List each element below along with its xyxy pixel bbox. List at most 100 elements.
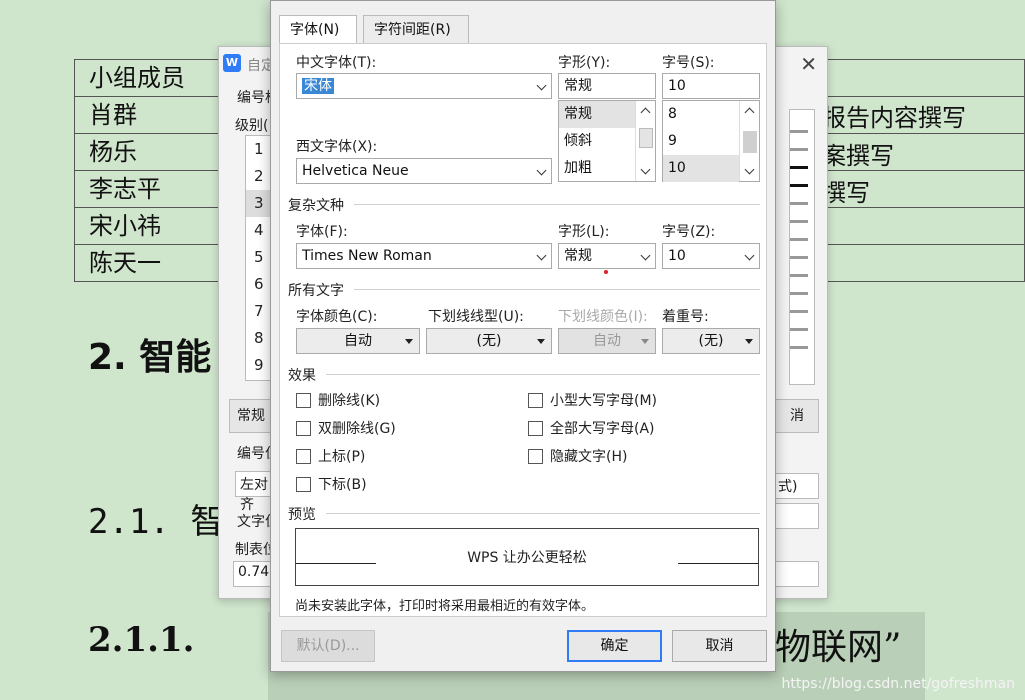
complex-font-label: 字体(F): (296, 224, 348, 240)
preview-text: WPS 让办公更轻松 (467, 550, 587, 566)
size-option[interactable]: 10 (663, 155, 739, 182)
checkbox-box[interactable] (296, 449, 311, 464)
emphasis-label: 着重号: (662, 309, 709, 325)
preview-line (790, 220, 808, 223)
scroll-thumb[interactable] (639, 128, 653, 148)
complex-size-combo[interactable]: 10 (662, 243, 760, 269)
heading-2-1-1-text[interactable]: 物联网” (775, 618, 901, 670)
normal-button[interactable]: 常规 (229, 399, 273, 433)
cancel-button[interactable]: 取消 (672, 630, 767, 662)
dropdown-arrow-icon[interactable] (745, 339, 753, 344)
chevron-up-icon[interactable] (744, 107, 755, 118)
checkbox-label: 删除线(K) (318, 393, 381, 409)
checkbox-box[interactable] (528, 449, 543, 464)
font-color-value: 自动 (344, 333, 372, 349)
complex-font-value: Times New Roman (302, 248, 432, 264)
table-cell-right[interactable]: 案撰写 (822, 136, 894, 171)
chevron-down-icon[interactable] (536, 80, 547, 91)
preview-line (790, 256, 808, 259)
tab-stop-select[interactable] (773, 561, 819, 587)
style-list[interactable]: 常规 倾斜 加粗 (558, 100, 656, 182)
chevron-down-icon[interactable] (536, 165, 547, 176)
checkbox-label: 下标(B) (318, 477, 367, 493)
style-select[interactable]: 式) (773, 473, 819, 499)
checkbox-label: 上标(P) (318, 449, 366, 465)
numbering-preview (789, 109, 815, 385)
text-position-select[interactable] (773, 503, 819, 529)
chevron-down-icon[interactable] (640, 164, 651, 175)
default-button[interactable]: 默认(D)... (281, 630, 375, 662)
dropdown-arrow-icon[interactable] (537, 339, 545, 344)
size-input[interactable]: 10 (662, 73, 760, 99)
underline-type-dropdown[interactable]: (无) (426, 328, 552, 354)
chinese-font-combo[interactable]: 宋体 (296, 73, 552, 99)
preview-line (790, 274, 808, 277)
complex-size-value: 10 (668, 248, 686, 264)
preview-line (790, 328, 808, 331)
style-label: 字形(Y): (558, 55, 611, 71)
ok-button[interactable]: 确定 (567, 630, 662, 662)
size-list[interactable]: 8 9 10 (662, 100, 760, 182)
style-option[interactable]: 常规 (559, 101, 635, 128)
complex-font-combo[interactable]: Times New Roman (296, 243, 552, 269)
size-scrollbar[interactable] (739, 101, 759, 181)
dropdown-arrow-icon[interactable] (405, 339, 413, 344)
heading-2-1-1[interactable]: 2.1.1. (88, 620, 194, 660)
western-font-value: Helvetica Neue (302, 163, 409, 179)
font-color-dropdown[interactable]: 自动 (296, 328, 420, 354)
underline-color-dropdown[interactable]: 自动 (558, 328, 656, 354)
cancel-button[interactable]: 消 (775, 399, 819, 433)
western-font-combo[interactable]: Helvetica Neue (296, 158, 552, 184)
chevron-down-icon[interactable] (744, 164, 755, 175)
divider (354, 289, 760, 290)
table-cell-right[interactable]: 撰写 (822, 173, 870, 208)
preview-line (790, 292, 808, 295)
style-input[interactable]: 常规 (558, 73, 656, 99)
font-note: 尚未安装此字体，打印时将采用最相近的有效字体。 (295, 599, 595, 614)
heading-2-1[interactable]: 2.1. 智 (88, 494, 224, 543)
underline-type-label: 下划线线型(U): (428, 309, 524, 325)
checkbox-label: 隐藏文字(H) (550, 449, 628, 465)
checkbox-box[interactable] (528, 421, 543, 436)
chinese-font-value: 宋体 (302, 78, 334, 94)
align-select[interactable]: 左对齐 (235, 471, 275, 513)
heading-2[interactable]: 2. 智能 (88, 328, 211, 380)
font-dialog: 字体(N) 字符间距(R) 中文字体(T): 宋体 字形(Y): 常规 常规 倾… (270, 0, 776, 672)
preview-line (790, 184, 808, 187)
complex-section-title: 复杂文种 (288, 198, 344, 214)
table-cell-right[interactable]: 报告内容撰写 (822, 98, 966, 133)
emphasis-value: (无) (698, 333, 724, 349)
preview-line (790, 238, 808, 241)
checkbox-label: 小型大写字母(M) (550, 393, 658, 409)
chevron-down-icon[interactable] (640, 250, 651, 261)
chevron-down-icon[interactable] (536, 250, 547, 261)
tab-font[interactable]: 字体(N) (279, 15, 357, 44)
checkbox-label: 双删除线(G) (318, 421, 396, 437)
checkbox-box[interactable] (296, 421, 311, 436)
dropdown-arrow-icon[interactable] (641, 339, 649, 344)
emphasis-dropdown[interactable]: (无) (662, 328, 760, 354)
checkbox-label: 全部大写字母(A) (550, 421, 655, 437)
preview-box: WPS 让办公更轻松 (295, 528, 759, 586)
marker-dot (604, 270, 608, 274)
checkbox-box[interactable] (528, 393, 543, 408)
checkbox-box[interactable] (296, 393, 311, 408)
tab-stop-input[interactable]: 0.74 (233, 561, 273, 587)
complex-style-value: 常规 (564, 248, 592, 264)
divider (354, 204, 760, 205)
checkbox-box[interactable] (296, 477, 311, 492)
complex-style-label: 字形(L): (558, 224, 610, 240)
divider (326, 374, 760, 375)
chevron-down-icon[interactable] (744, 250, 755, 261)
preview-line (790, 202, 808, 205)
close-icon[interactable]: ✕ (800, 52, 817, 76)
preview-section-title: 预览 (288, 507, 316, 523)
chinese-font-label: 中文字体(T): (296, 55, 377, 71)
tab-char-spacing[interactable]: 字符间距(R) (363, 15, 469, 43)
style-scrollbar[interactable] (635, 101, 655, 181)
wps-logo-icon: W (223, 54, 241, 72)
underline-color-label: 下划线颜色(I): (558, 309, 648, 325)
complex-style-combo[interactable]: 常规 (558, 243, 656, 269)
chevron-up-icon[interactable] (640, 107, 651, 118)
scroll-thumb[interactable] (743, 131, 757, 153)
